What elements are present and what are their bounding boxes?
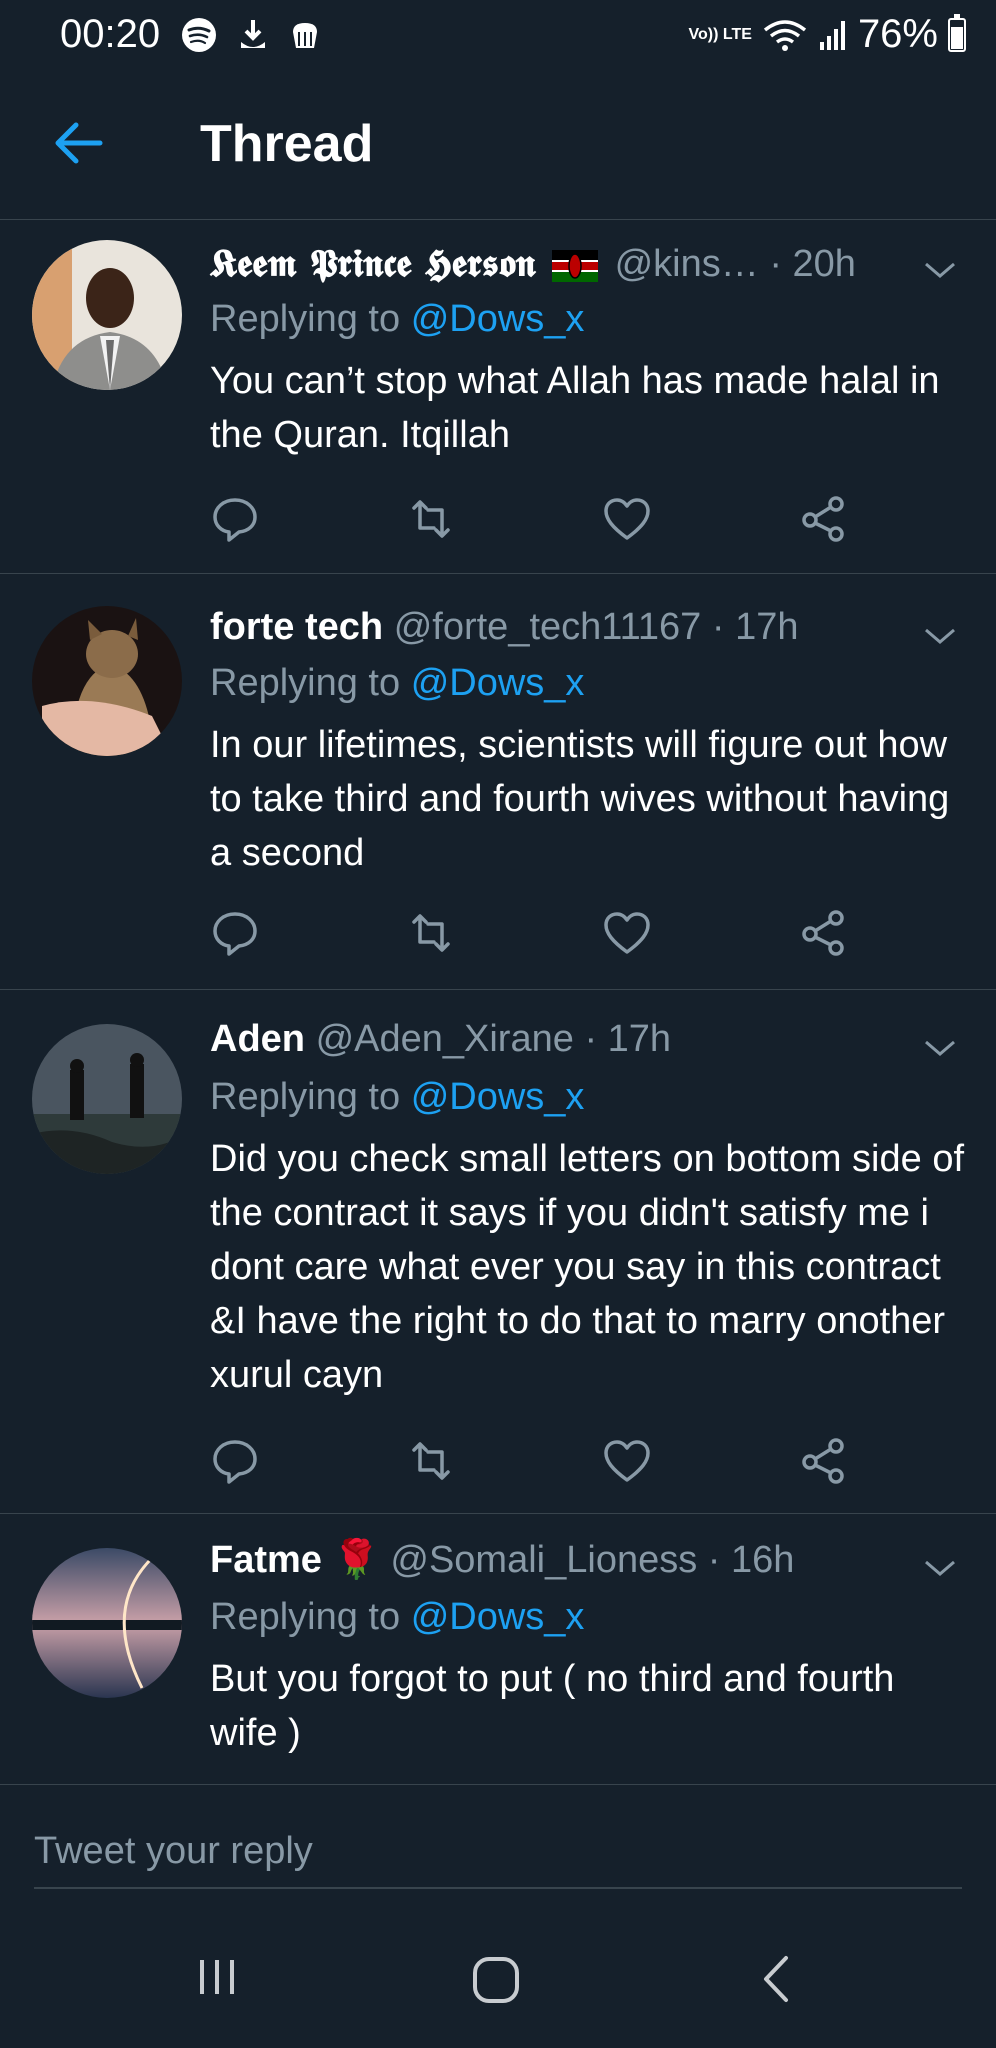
tweet-header: forte tech @forte_tech11167 · 17h (210, 606, 799, 649)
tweet-3[interactable]: Aden @Aden_Xirane · 17h Replying to @Dow… (0, 990, 996, 1514)
status-bar: 00:20 Vo)) LTE 76% (0, 0, 996, 70)
avatar[interactable] (32, 1024, 182, 1174)
system-nav-bar (0, 1914, 996, 2048)
reply-icon[interactable] (210, 908, 260, 958)
battery-icon (948, 13, 966, 52)
timestamp: · 17h (711, 606, 799, 648)
handle: @Somali_Lioness (390, 1539, 698, 1581)
chevron-down-icon[interactable] (922, 1036, 958, 1060)
thread-header: Thread (0, 70, 996, 220)
back-nav-icon[interactable] (756, 1954, 796, 2004)
download-icon (241, 20, 265, 48)
tweet-header: Fatme 🌹 @Somali_Lioness · 16h (210, 1538, 794, 1582)
avatar[interactable] (32, 606, 182, 756)
replying-to: Replying to @Dows_x (210, 662, 584, 705)
tweet-text: In our lifetimes, scientists will figure… (210, 724, 950, 874)
heart-icon[interactable] (602, 1436, 652, 1486)
tweet-text: But you forgot to put ( no third and fou… (210, 1658, 895, 1754)
recent-apps-icon[interactable] (194, 1954, 240, 2000)
tweet-text: Did you check small letters on bottom si… (210, 1138, 965, 1396)
signal-icon (819, 20, 845, 50)
reply-icon[interactable] (210, 1436, 260, 1486)
chevron-down-icon[interactable] (922, 624, 958, 648)
tweet-actions (210, 494, 870, 544)
timestamp: · 17h (584, 1018, 672, 1060)
replying-prefix: Replying to (210, 662, 401, 704)
mention-link[interactable]: @Dows_x (411, 1076, 585, 1118)
retweet-icon[interactable] (406, 908, 456, 958)
network-label: Vo)) LTE (688, 25, 752, 43)
spotify-icon (182, 18, 216, 52)
replying-to: Replying to @Dows_x (210, 1596, 584, 1639)
replying-to: Replying to @Dows_x (210, 298, 584, 341)
kenya-flag-icon (552, 249, 599, 282)
tweet-4[interactable]: Fatme 🌹 @Somali_Lioness · 16h Replying t… (0, 1514, 996, 1784)
cloud-icon (293, 23, 317, 48)
share-icon[interactable] (798, 494, 848, 544)
timestamp: · 16h (707, 1539, 795, 1581)
replying-prefix: Replying to (210, 1596, 401, 1638)
timestamp: · 20h (769, 243, 856, 285)
tweet-text: You can’t stop what Allah has made halal… (210, 360, 940, 456)
chevron-down-icon[interactable] (922, 258, 958, 282)
share-icon[interactable] (798, 908, 848, 958)
battery-percent: 76% (857, 12, 938, 56)
handle: @forte_tech11167 (393, 606, 702, 648)
replying-prefix: Replying to (210, 298, 401, 340)
replying-prefix: Replying to (210, 1076, 401, 1118)
page-title: Thread (200, 115, 374, 173)
reply-icon[interactable] (210, 494, 260, 544)
display-name[interactable]: forte tech (210, 606, 383, 648)
mention-link[interactable]: @Dows_x (411, 662, 585, 704)
heart-icon[interactable] (602, 908, 652, 958)
reply-bar (0, 1784, 996, 1914)
status-time: 00:20 (60, 12, 161, 56)
display-name[interactable]: Fatme (210, 1539, 322, 1581)
replying-to: Replying to @Dows_x (210, 1076, 584, 1119)
rose-icon: 🌹 (332, 1539, 380, 1581)
display-name[interactable]: 𝕶𝖊𝖊𝖒 𝕻𝖗𝖎𝖓𝖈𝖊 𝕳𝖊𝖗𝖘𝖔𝖓 (210, 240, 535, 285)
mention-link[interactable]: @Dows_x (411, 298, 585, 340)
status-right: Vo)) LTE 76% (689, 12, 966, 57)
handle: @kins… (614, 243, 759, 285)
share-icon[interactable] (798, 1436, 848, 1486)
chevron-down-icon[interactable] (922, 1556, 958, 1580)
tweet-header: Aden @Aden_Xirane · 17h (210, 1018, 671, 1061)
retweet-icon[interactable] (406, 494, 456, 544)
wifi-icon (763, 19, 807, 51)
avatar[interactable] (32, 1548, 182, 1698)
arrow-left-icon[interactable] (50, 118, 106, 168)
reply-input[interactable] (34, 1815, 962, 1889)
mention-link[interactable]: @Dows_x (411, 1596, 585, 1638)
home-icon[interactable] (470, 1954, 522, 2006)
tweet-1[interactable]: 𝕶𝖊𝖊𝖒 𝕻𝖗𝖎𝖓𝖈𝖊 𝕳𝖊𝖗𝖘𝖔𝖓 @kins… · 20h Replying… (0, 220, 996, 574)
heart-icon[interactable] (602, 494, 652, 544)
tweet-2[interactable]: forte tech @forte_tech11167 · 17h Replyi… (0, 574, 996, 990)
avatar[interactable] (32, 240, 182, 390)
display-name[interactable]: Aden (210, 1018, 305, 1060)
tweet-header: 𝕶𝖊𝖊𝖒 𝕻𝖗𝖎𝖓𝖈𝖊 𝕳𝖊𝖗𝖘𝖔𝖓 @kins… · 20h (210, 240, 856, 286)
handle: @Aden_Xirane (315, 1018, 574, 1060)
tweet-actions (210, 1436, 870, 1486)
retweet-icon[interactable] (406, 1436, 456, 1486)
tweet-actions (210, 908, 870, 958)
